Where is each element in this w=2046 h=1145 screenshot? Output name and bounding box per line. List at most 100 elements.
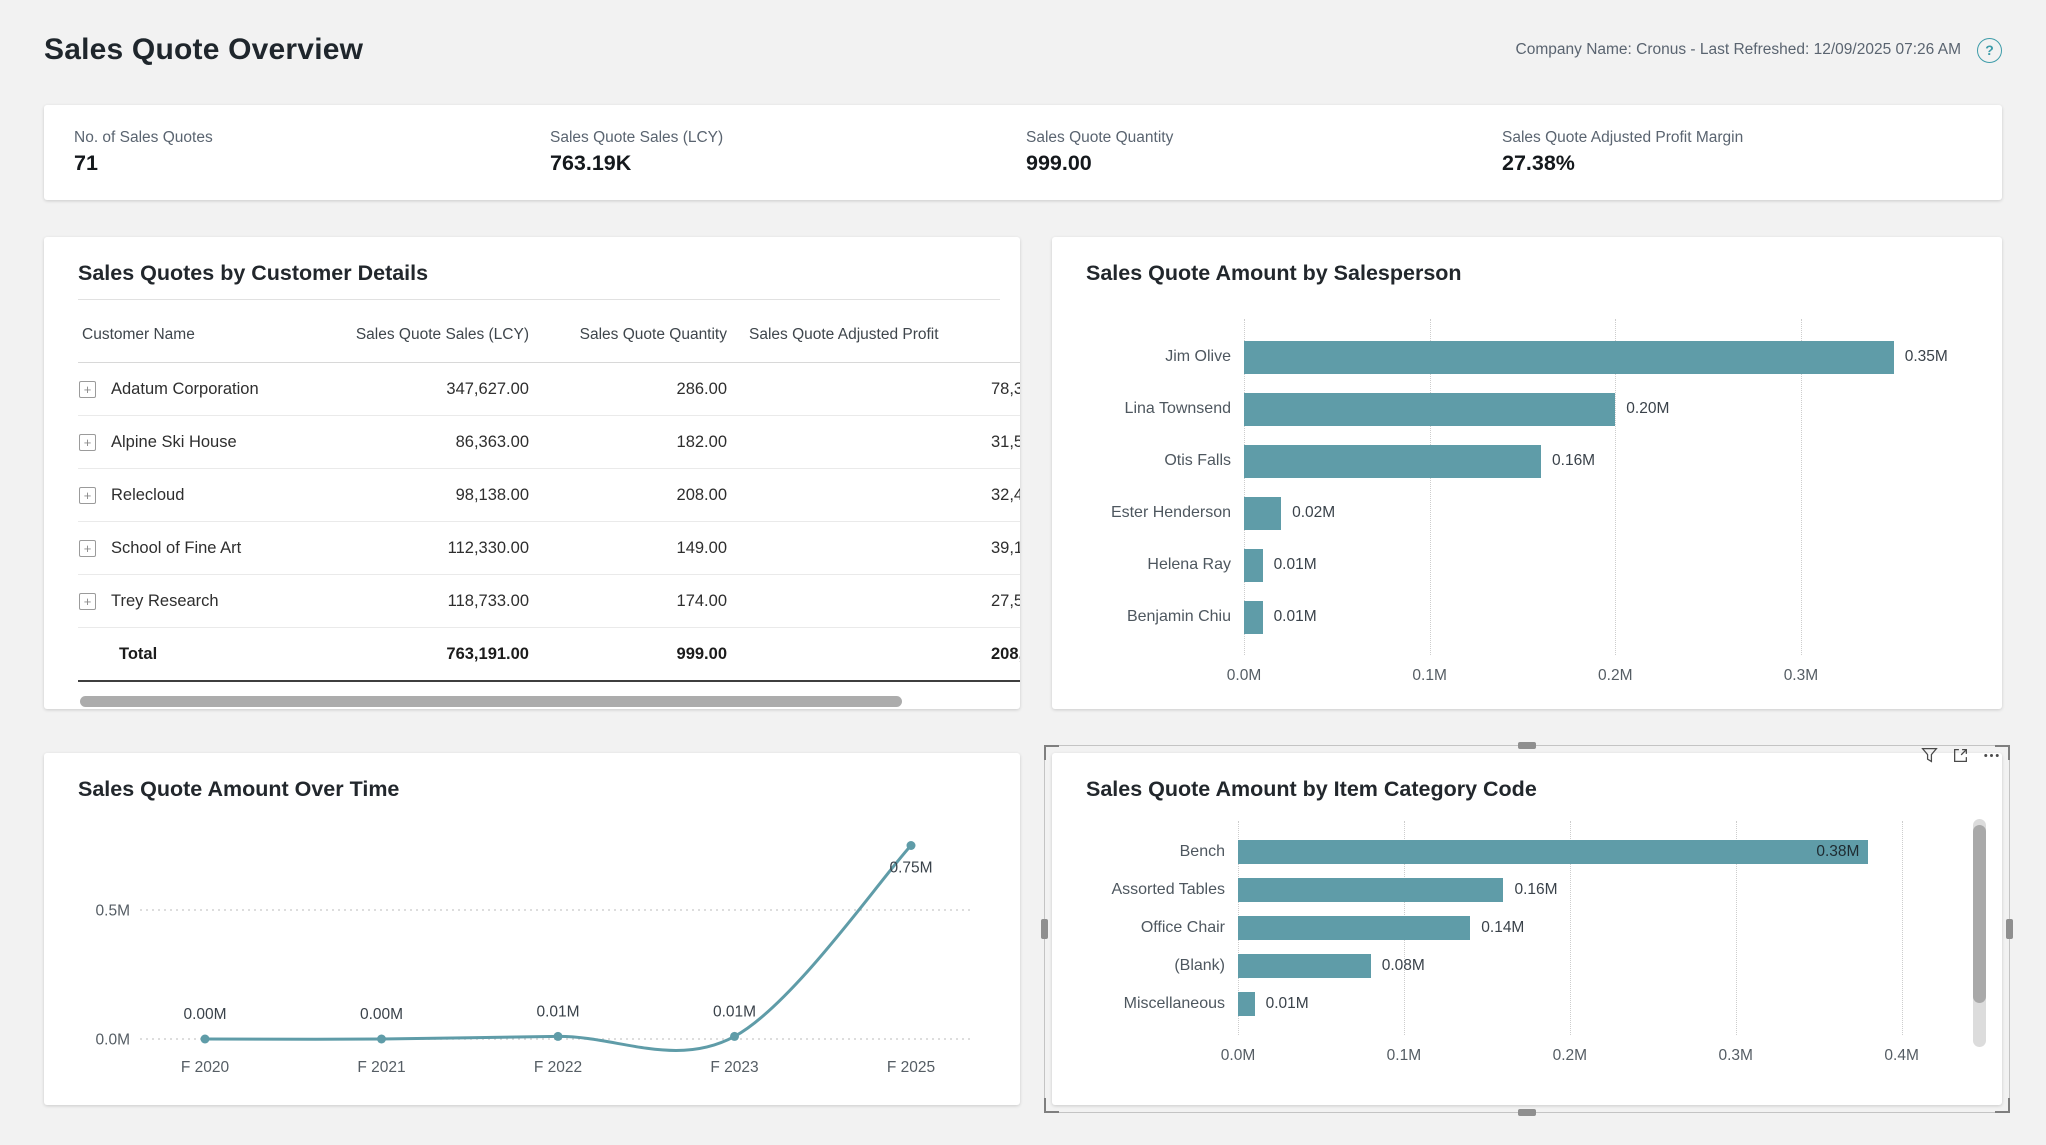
filter-icon[interactable]: [1921, 747, 1938, 764]
x-axis-tick-label: F 2023: [710, 1059, 758, 1076]
bar[interactable]: 0.38M: [1238, 840, 1868, 864]
bar-value-label: 0.38M: [1816, 843, 1859, 861]
expand-icon[interactable]: +: [79, 487, 96, 504]
data-point-label: 0.75M: [889, 860, 932, 877]
bar[interactable]: [1244, 341, 1894, 374]
help-icon[interactable]: ?: [1977, 38, 2002, 63]
customer-name: Adatum Corporation: [111, 380, 259, 399]
x-axis-tick-label: 0.3M: [1718, 1047, 1752, 1065]
customer-details-visual: Sales Quotes by Customer Details Custome…: [44, 237, 1020, 709]
bar[interactable]: [1238, 992, 1255, 1016]
bar-row: Ester Henderson 0.02M: [1086, 487, 1968, 539]
expand-icon[interactable]: +: [79, 540, 96, 557]
kpi-sales-quote-quantity: Sales Quote Quantity 999.00: [1026, 129, 1502, 176]
cell-value: 27,5: [741, 575, 1020, 628]
bar[interactable]: [1244, 601, 1263, 634]
data-point[interactable]: [554, 1032, 563, 1041]
cell-value: 999.00: [543, 628, 741, 682]
bar-rows: Jim Olive0.35MLina Townsend0.20MOtis Fal…: [1086, 331, 1968, 655]
resize-handle-left[interactable]: [1041, 919, 1048, 939]
customer-name: School of Fine Art: [111, 539, 241, 558]
expand-icon[interactable]: +: [79, 593, 96, 610]
kpi-value: 27.38%: [1502, 151, 1978, 176]
x-axis-tick-label: 0.1M: [1412, 667, 1446, 685]
bar-value-label: 0.01M: [1274, 608, 1317, 626]
bar-track: 0.16M: [1238, 878, 1968, 902]
category-label: Jim Olive: [1086, 348, 1244, 366]
cell-value: 32,4: [741, 469, 1020, 522]
bar-row: Bench0.38M: [1086, 833, 1968, 871]
resize-handle-top[interactable]: [1518, 742, 1536, 749]
bar[interactable]: [1244, 497, 1281, 530]
resize-handle-bottom[interactable]: [1518, 1109, 1536, 1116]
x-axis: 0.0M0.1M0.2M0.3M: [1244, 655, 1968, 689]
bar[interactable]: [1238, 916, 1470, 940]
data-point[interactable]: [201, 1035, 210, 1044]
table-row[interactable]: +School of Fine Art112,330.00149.0039,1: [78, 522, 1020, 575]
cell-value: 98,138.00: [328, 469, 543, 522]
vertical-scrollbar[interactable]: [1973, 819, 1986, 1047]
bar-track: 0.14M: [1238, 916, 1968, 940]
visual-title: Sales Quotes by Customer Details: [78, 259, 1020, 287]
bar-value-label: 0.01M: [1274, 556, 1317, 574]
focus-mode-icon[interactable]: [1952, 747, 1969, 764]
bar[interactable]: [1244, 393, 1615, 426]
cell-value: 182.00: [543, 416, 741, 469]
column-header[interactable]: Sales Quote Sales (LCY): [328, 308, 543, 363]
resize-handle-right[interactable]: [2006, 919, 2013, 939]
visual-header-toolbar: [1921, 747, 2000, 764]
visual-title: Sales Quote Amount by Salesperson: [1086, 259, 1968, 287]
expand-icon[interactable]: +: [79, 381, 96, 398]
cell-value: 174.00: [543, 575, 741, 628]
bar[interactable]: [1238, 954, 1371, 978]
amount-over-time-visual: Sales Quote Amount Over Time 0.0M0.5M0.0…: [44, 753, 1020, 1105]
bar[interactable]: [1244, 549, 1263, 582]
column-header[interactable]: Sales Quote Quantity: [543, 308, 741, 363]
category-label: Lina Townsend: [1086, 400, 1244, 418]
x-axis-tick-label: 0.2M: [1553, 1047, 1587, 1065]
bar-value-label: 0.02M: [1292, 504, 1335, 522]
cell-value: 118,733.00: [328, 575, 543, 628]
more-options-icon[interactable]: [1983, 747, 2000, 764]
column-header[interactable]: Customer Name: [78, 308, 328, 363]
horizontal-scrollbar[interactable]: [78, 696, 986, 707]
header-right: Company Name: Cronus - Last Refreshed: 1…: [1516, 38, 2002, 63]
table-row[interactable]: +Adatum Corporation347,627.00286.0078,3: [78, 363, 1020, 416]
bar-track: 0.08M: [1238, 954, 1968, 978]
category-label: Ester Henderson: [1086, 504, 1244, 522]
category-label: Assorted Tables: [1086, 881, 1238, 899]
y-axis-tick-label: 0.0M: [96, 1032, 130, 1049]
kpi-label: No. of Sales Quotes: [74, 129, 550, 147]
data-point[interactable]: [730, 1032, 739, 1041]
expand-icon[interactable]: +: [79, 434, 96, 451]
report-canvas: Sales Quote Overview Company Name: Cronu…: [0, 0, 2046, 1145]
bar[interactable]: [1244, 445, 1541, 478]
bar-row: Office Chair0.14M: [1086, 909, 1968, 947]
report-header: Sales Quote Overview Company Name: Cronu…: [44, 0, 2002, 100]
bar-row: Helena Ray 0.01M: [1086, 539, 1968, 591]
cell-value: 39,1: [741, 522, 1020, 575]
table-row[interactable]: +Relecloud98,138.00208.0032,4: [78, 469, 1020, 522]
bar-track: 0.01M: [1244, 549, 1968, 582]
column-header[interactable]: Sales Quote Adjusted Profit: [741, 308, 1020, 363]
data-point-label: 0.00M: [183, 1006, 226, 1023]
bar-track: 0.20M: [1244, 393, 1968, 426]
category-label: (Blank): [1086, 957, 1238, 975]
cell-value: 31,5: [741, 416, 1020, 469]
bar-row: Miscellaneous0.01M: [1086, 985, 1968, 1023]
bar-value-label: 0.01M: [1266, 995, 1309, 1013]
data-point-label: 0.00M: [360, 1006, 403, 1023]
title-divider: [78, 299, 1000, 300]
x-axis-tick-label: F 2020: [181, 1059, 230, 1076]
category-label: Helena Ray: [1086, 556, 1244, 574]
bar[interactable]: [1238, 878, 1503, 902]
data-point[interactable]: [377, 1035, 386, 1044]
data-point-label: 0.01M: [713, 1003, 756, 1020]
table-row[interactable]: +Alpine Ski House86,363.00182.0031,5: [78, 416, 1020, 469]
horizontal-scrollbar-thumb[interactable]: [80, 696, 902, 707]
table-row[interactable]: +Trey Research118,733.00174.0027,5: [78, 575, 1020, 628]
data-point[interactable]: [907, 841, 916, 850]
item-category-visual-wrapper: Sales Quote Amount by Item Category Code…: [1052, 753, 2002, 1105]
vertical-scrollbar-thumb[interactable]: [1973, 825, 1986, 1003]
customer-name: Alpine Ski House: [111, 433, 237, 452]
